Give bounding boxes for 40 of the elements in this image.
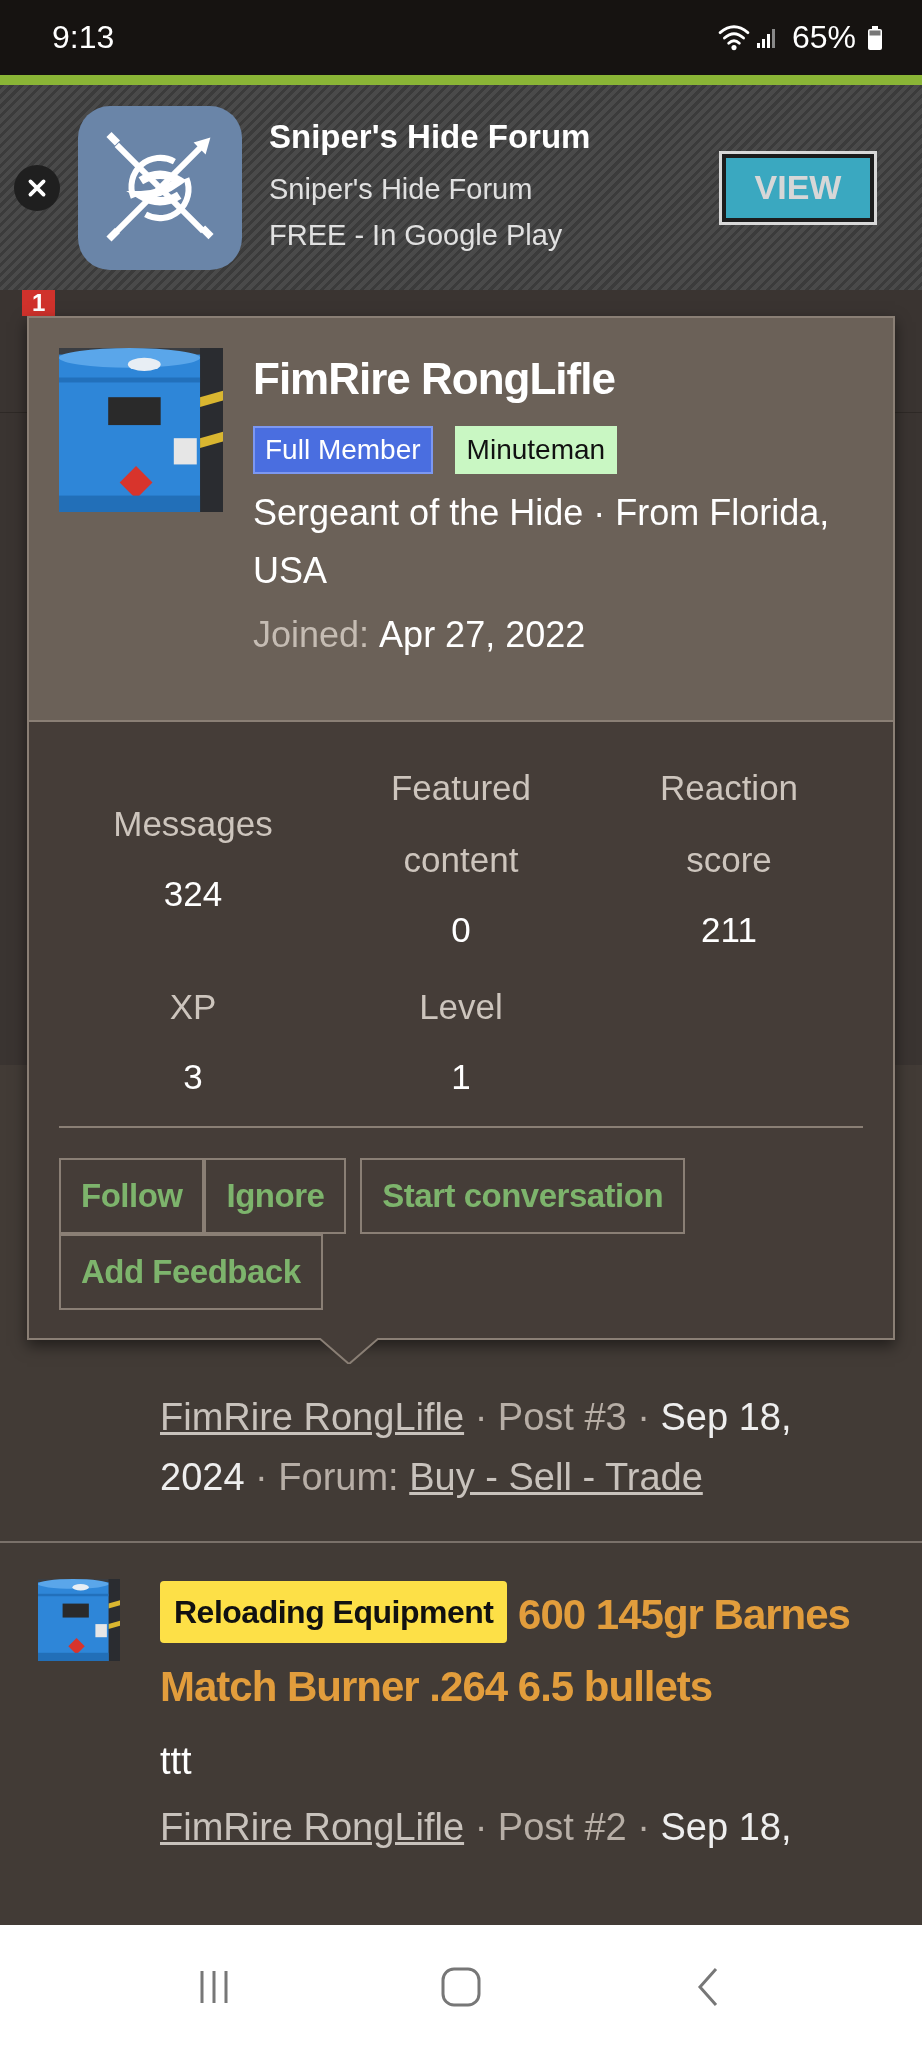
member-name: FimRire RongLifle (253, 354, 616, 404)
signal-icon (755, 26, 778, 49)
app-offer: FREE - In Google Play (269, 217, 564, 253)
author-link[interactable]: FimRire RongLifle (160, 1396, 465, 1438)
user-title-badge: Full Member (253, 426, 433, 474)
home-icon[interactable] (441, 1966, 481, 2007)
post-snippet: ttt (160, 1739, 193, 1784)
battery-icon (868, 25, 882, 50)
member-action-button[interactable]: Start conversation (360, 1158, 686, 1234)
prefix-tag[interactable]: Reloading Equipment (160, 1581, 508, 1643)
close-icon (26, 176, 48, 199)
stat-value: 324 (163, 873, 223, 915)
member-blurb: Sergeant of the Hide · From Florida, USA (253, 491, 831, 593)
app-subtitle: Sniper's Hide Forum (269, 171, 534, 207)
app-title: Sniper's Hide Forum (269, 117, 592, 156)
joined-label: Joined: (253, 614, 370, 655)
stat-value: 0 (451, 909, 471, 951)
stat-value: 211 (701, 909, 757, 951)
member-action-button[interactable]: Ignore (204, 1158, 347, 1234)
user-title-badge: Minuteman (454, 426, 618, 474)
stat-label: XP (168, 986, 218, 1028)
close-button[interactable] (14, 164, 60, 211)
author-link[interactable]: FimRire RongLifle (160, 1806, 465, 1848)
post-meta: FimRire RongLifle · Post #2 · Sep 18, (160, 1805, 793, 1850)
stat-label: Level (418, 986, 504, 1028)
stat-label: Reaction score (658, 767, 800, 881)
thread-title-link[interactable]: Reloading Equipment 600 145gr Barnes Match Burner .264 6.5 bullets (160, 1579, 902, 1723)
alert-count[interactable]: 1 (22, 290, 56, 316)
member-action-button[interactable]: Follow (59, 1158, 205, 1234)
stat-value: 3 (183, 1056, 203, 1098)
wifi-icon (717, 23, 750, 52)
post-meta: FimRire RongLifle · Post #3 · Sep 18, 2024 · Forum: Buy - Sell - Trade (160, 1395, 793, 1500)
stat-label: Featured content (389, 767, 533, 881)
stat-value: 1 (451, 1056, 471, 1098)
member-action-button[interactable]: Add Feedback (59, 1234, 323, 1310)
stat-label: Messages (112, 803, 274, 845)
joined-date: Apr 27, 2022 (379, 614, 586, 655)
battery-level: 65% (791, 19, 856, 56)
forum-link[interactable]: Buy - Sell - Trade (409, 1456, 703, 1498)
clock-time: 9:13 (52, 19, 115, 56)
